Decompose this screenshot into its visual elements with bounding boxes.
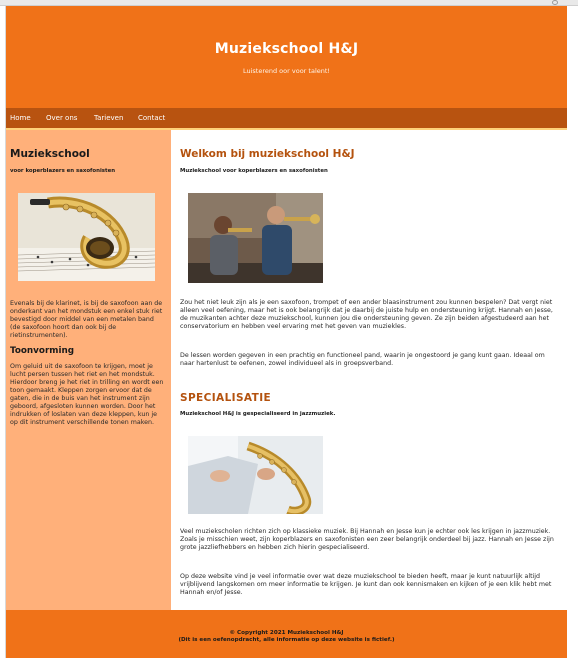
- nav-item-home[interactable]: Home: [10, 114, 31, 122]
- page: Muziekschool H&J Luisterend oor voor tal…: [5, 6, 567, 658]
- sidebar-heading: Toonvorming: [10, 346, 75, 356]
- nav-item-tarieven[interactable]: Tarieven: [94, 114, 123, 122]
- sidebar-paragraph: Om geluid uit de saxofoon te krijgen, mo…: [10, 363, 164, 426]
- site-header: Muziekschool H&J Luisterend oor voor tal…: [6, 6, 567, 108]
- nav-item-over-ons[interactable]: Over ons: [46, 114, 77, 122]
- site-footer: © Copyright 2021 Muziekschool H&J (Dit i…: [6, 610, 567, 658]
- specialisatie-heading: SPECIALISATIE: [180, 392, 272, 404]
- main-content: Welkom bij muziekschool H&J Muziekschool…: [171, 130, 567, 610]
- main-nav: Home Over ons Tarieven Contact: [6, 108, 567, 130]
- main-heading: Welkom bij muziekschool H&J: [180, 148, 355, 160]
- main-subtitle: Muziekschool voor koperblazers en saxofo…: [180, 168, 328, 174]
- saxophone-photo-icon: [18, 193, 155, 281]
- footer-copyright: © Copyright 2021 Muziekschool H&J: [229, 630, 344, 636]
- specialisatie-subtitle: Muziekschool H&J is gespecialiseerd in j…: [180, 411, 336, 417]
- saxophone-player-photo-icon: [188, 436, 323, 514]
- site-tagline: Luisterend oor voor talent!: [242, 67, 331, 75]
- main-paragraph: Op deze website vind je veel informatie …: [180, 573, 552, 596]
- nav-item-contact[interactable]: Contact: [138, 114, 165, 122]
- trumpet-players-photo-icon: [188, 193, 323, 283]
- main-paragraph: Zou het niet leuk zijn als je een saxofo…: [180, 299, 553, 330]
- sidebar: Muziekschool voor koperblazers en saxofo…: [6, 130, 171, 610]
- footer-note: (Dit is een oefenopdracht, alle informat…: [178, 637, 395, 643]
- site-title: Muziekschool H&J: [214, 41, 359, 57]
- main-paragraph: De lessen worden gegeven in een prachtig…: [180, 352, 545, 367]
- sidebar-paragraph: Evenals bij de klarinet, is bij de saxof…: [10, 300, 163, 339]
- main-paragraph: Veel muziekscholen richten zich op klass…: [180, 528, 554, 551]
- sidebar-subtitle: voor koperblazers en saxofonisten: [10, 168, 116, 174]
- sidebar-title: Muziekschool: [10, 148, 90, 160]
- browser-tab-icon: [552, 0, 558, 5]
